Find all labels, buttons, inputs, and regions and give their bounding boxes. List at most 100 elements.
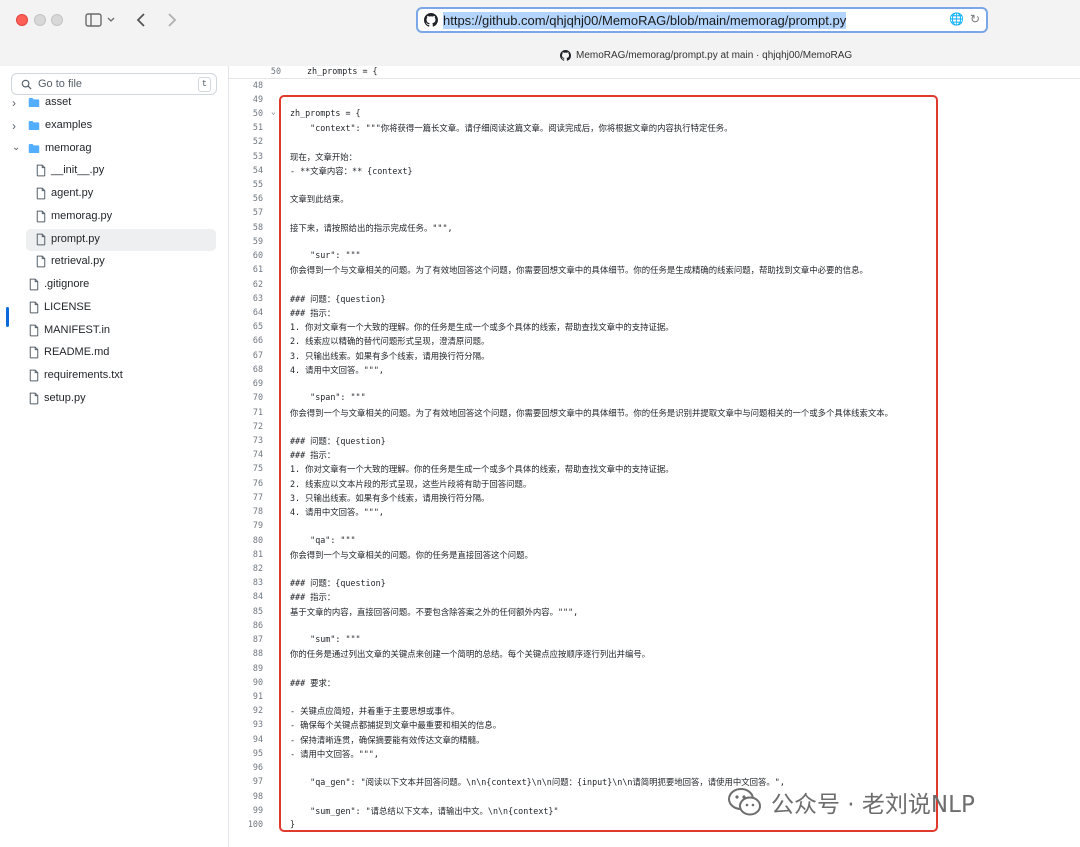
line-number[interactable]: 59 [229, 236, 263, 246]
line-number[interactable]: 54 [229, 165, 263, 175]
fold-chevron-icon[interactable]: ⌄ [271, 107, 276, 116]
tree-file[interactable]: prompt.py [26, 228, 216, 251]
line-number[interactable]: 49 [229, 94, 263, 104]
tree-file[interactable]: retrieval.py [26, 251, 216, 273]
sticky-scope-header[interactable]: 50 zh_prompts = { [229, 66, 1080, 79]
line-number[interactable]: 79 [229, 520, 263, 530]
tree-item-label: setup.py [44, 391, 86, 404]
chevron-down-icon[interactable]: ⌄ [12, 142, 22, 153]
line-number[interactable]: 78 [229, 506, 263, 516]
line-number[interactable]: 67 [229, 350, 263, 360]
line-number[interactable]: 92 [229, 705, 263, 715]
line-number[interactable]: 88 [229, 648, 263, 658]
folder-icon [28, 143, 40, 153]
line-number[interactable]: 99 [229, 805, 263, 815]
file-icon [29, 324, 39, 336]
line-number[interactable]: 80 [229, 535, 263, 545]
line-number[interactable]: 91 [229, 691, 263, 701]
line-number[interactable]: 83 [229, 577, 263, 587]
watermark: 公众号 · 老刘说NLP [727, 787, 975, 818]
line-number[interactable]: 100 [229, 819, 263, 829]
tree-item-label: MANIFEST.in [44, 323, 111, 336]
line-number[interactable]: 90 [229, 677, 263, 687]
line-number[interactable]: 64 [229, 307, 263, 317]
close-window-button[interactable] [16, 14, 28, 26]
line-number[interactable]: 81 [229, 549, 263, 559]
chevron-right-icon[interactable]: › [12, 119, 22, 133]
url-text[interactable]: https://github.com/qhjqhj00/MemoRAG/blob… [443, 11, 847, 29]
sticky-line-text: zh_prompts = { [307, 66, 378, 76]
translate-icon[interactable]: 🌐 [949, 12, 964, 26]
line-number[interactable]: 65 [229, 321, 263, 331]
line-number[interactable]: 95 [229, 748, 263, 758]
line-number[interactable]: 62 [229, 279, 263, 289]
browser-toolbar: https://github.com/qhjqhj00/MemoRAG/blob… [0, 0, 1080, 67]
line-number[interactable]: 61 [229, 264, 263, 274]
tree-file[interactable]: MANIFEST.in [10, 320, 216, 342]
line-number[interactable]: 73 [229, 435, 263, 445]
tree-file[interactable]: .gitignore [10, 274, 216, 296]
zoom-window-button[interactable] [51, 14, 63, 26]
file-icon [36, 255, 46, 268]
line-number[interactable]: 76 [229, 478, 263, 488]
line-number[interactable]: 55 [229, 179, 263, 189]
tree-folder[interactable]: ⌄ memorag [10, 138, 216, 160]
line-number[interactable]: 48 [229, 80, 263, 90]
minimize-window-button[interactable] [34, 14, 46, 26]
line-number[interactable]: 66 [229, 335, 263, 345]
tree-item-label: requirements.txt [44, 369, 123, 381]
line-number[interactable]: 94 [229, 734, 263, 744]
tree-file[interactable]: __init__.py [26, 160, 216, 182]
line-number[interactable]: 68 [229, 364, 263, 374]
line-number[interactable]: 70 [229, 392, 263, 402]
line-number[interactable]: 75 [229, 463, 263, 473]
forward-button[interactable] [163, 8, 181, 32]
sidebar-toggle-button[interactable] [80, 8, 120, 32]
reload-icon[interactable]: ↻ [970, 12, 980, 26]
line-number[interactable]: 96 [229, 762, 263, 772]
line-number[interactable]: 57 [229, 207, 263, 217]
tree-file[interactable]: requirements.txt [10, 365, 216, 387]
tree-file[interactable]: memorag.py [26, 206, 216, 228]
line-number[interactable]: 52 [229, 136, 263, 146]
tree-file[interactable]: agent.py [26, 183, 216, 205]
shortcut-key: t [198, 77, 211, 92]
line-number[interactable]: 72 [229, 421, 263, 431]
tree-item-label: asset [45, 96, 72, 108]
line-number[interactable]: 56 [229, 193, 263, 203]
line-number[interactable]: 71 [229, 407, 263, 417]
line-number[interactable]: 60 [229, 250, 263, 260]
line-number[interactable]: 74 [229, 449, 263, 459]
line-number[interactable]: 77 [229, 492, 263, 502]
line-number[interactable]: 89 [229, 663, 263, 673]
back-button[interactable] [132, 8, 150, 32]
tree-file[interactable]: README.md [10, 342, 216, 364]
line-number[interactable]: 50 [229, 108, 263, 118]
chevron-right-icon[interactable]: › [12, 96, 22, 110]
line-number[interactable]: 98 [229, 791, 263, 801]
line-number[interactable]: 86 [229, 620, 263, 630]
file-icon [36, 164, 46, 177]
line-number[interactable]: 93 [229, 719, 263, 729]
line-number[interactable]: 63 [229, 293, 263, 303]
line-number[interactable]: 82 [229, 563, 263, 573]
line-number[interactable]: 85 [229, 606, 263, 616]
line-number[interactable]: 87 [229, 634, 263, 644]
tree-file[interactable]: setup.py [10, 388, 216, 410]
github-icon [424, 13, 438, 27]
tree-folder[interactable]: › asset [10, 92, 216, 114]
address-bar[interactable]: https://github.com/qhjqhj00/MemoRAG/blob… [416, 7, 988, 33]
line-number[interactable]: 69 [229, 378, 263, 388]
line-number[interactable]: 84 [229, 591, 263, 601]
line-number[interactable]: 58 [229, 222, 263, 232]
line-number[interactable]: 51 [229, 122, 263, 132]
line-number[interactable]: 97 [229, 776, 263, 786]
tab-title[interactable]: MemoRAG/memorag/prompt.py at main · qhjq… [560, 48, 852, 62]
go-to-file-placeholder: Go to file [38, 78, 83, 90]
tree-item-label: retrieval.py [51, 255, 105, 268]
sidebar-icon [85, 13, 115, 27]
line-number[interactable]: 53 [229, 151, 263, 161]
tree-item-label: memorag [45, 141, 92, 154]
tree-folder[interactable]: › examples [10, 115, 216, 137]
tree-file[interactable]: LICENSE [10, 297, 216, 319]
